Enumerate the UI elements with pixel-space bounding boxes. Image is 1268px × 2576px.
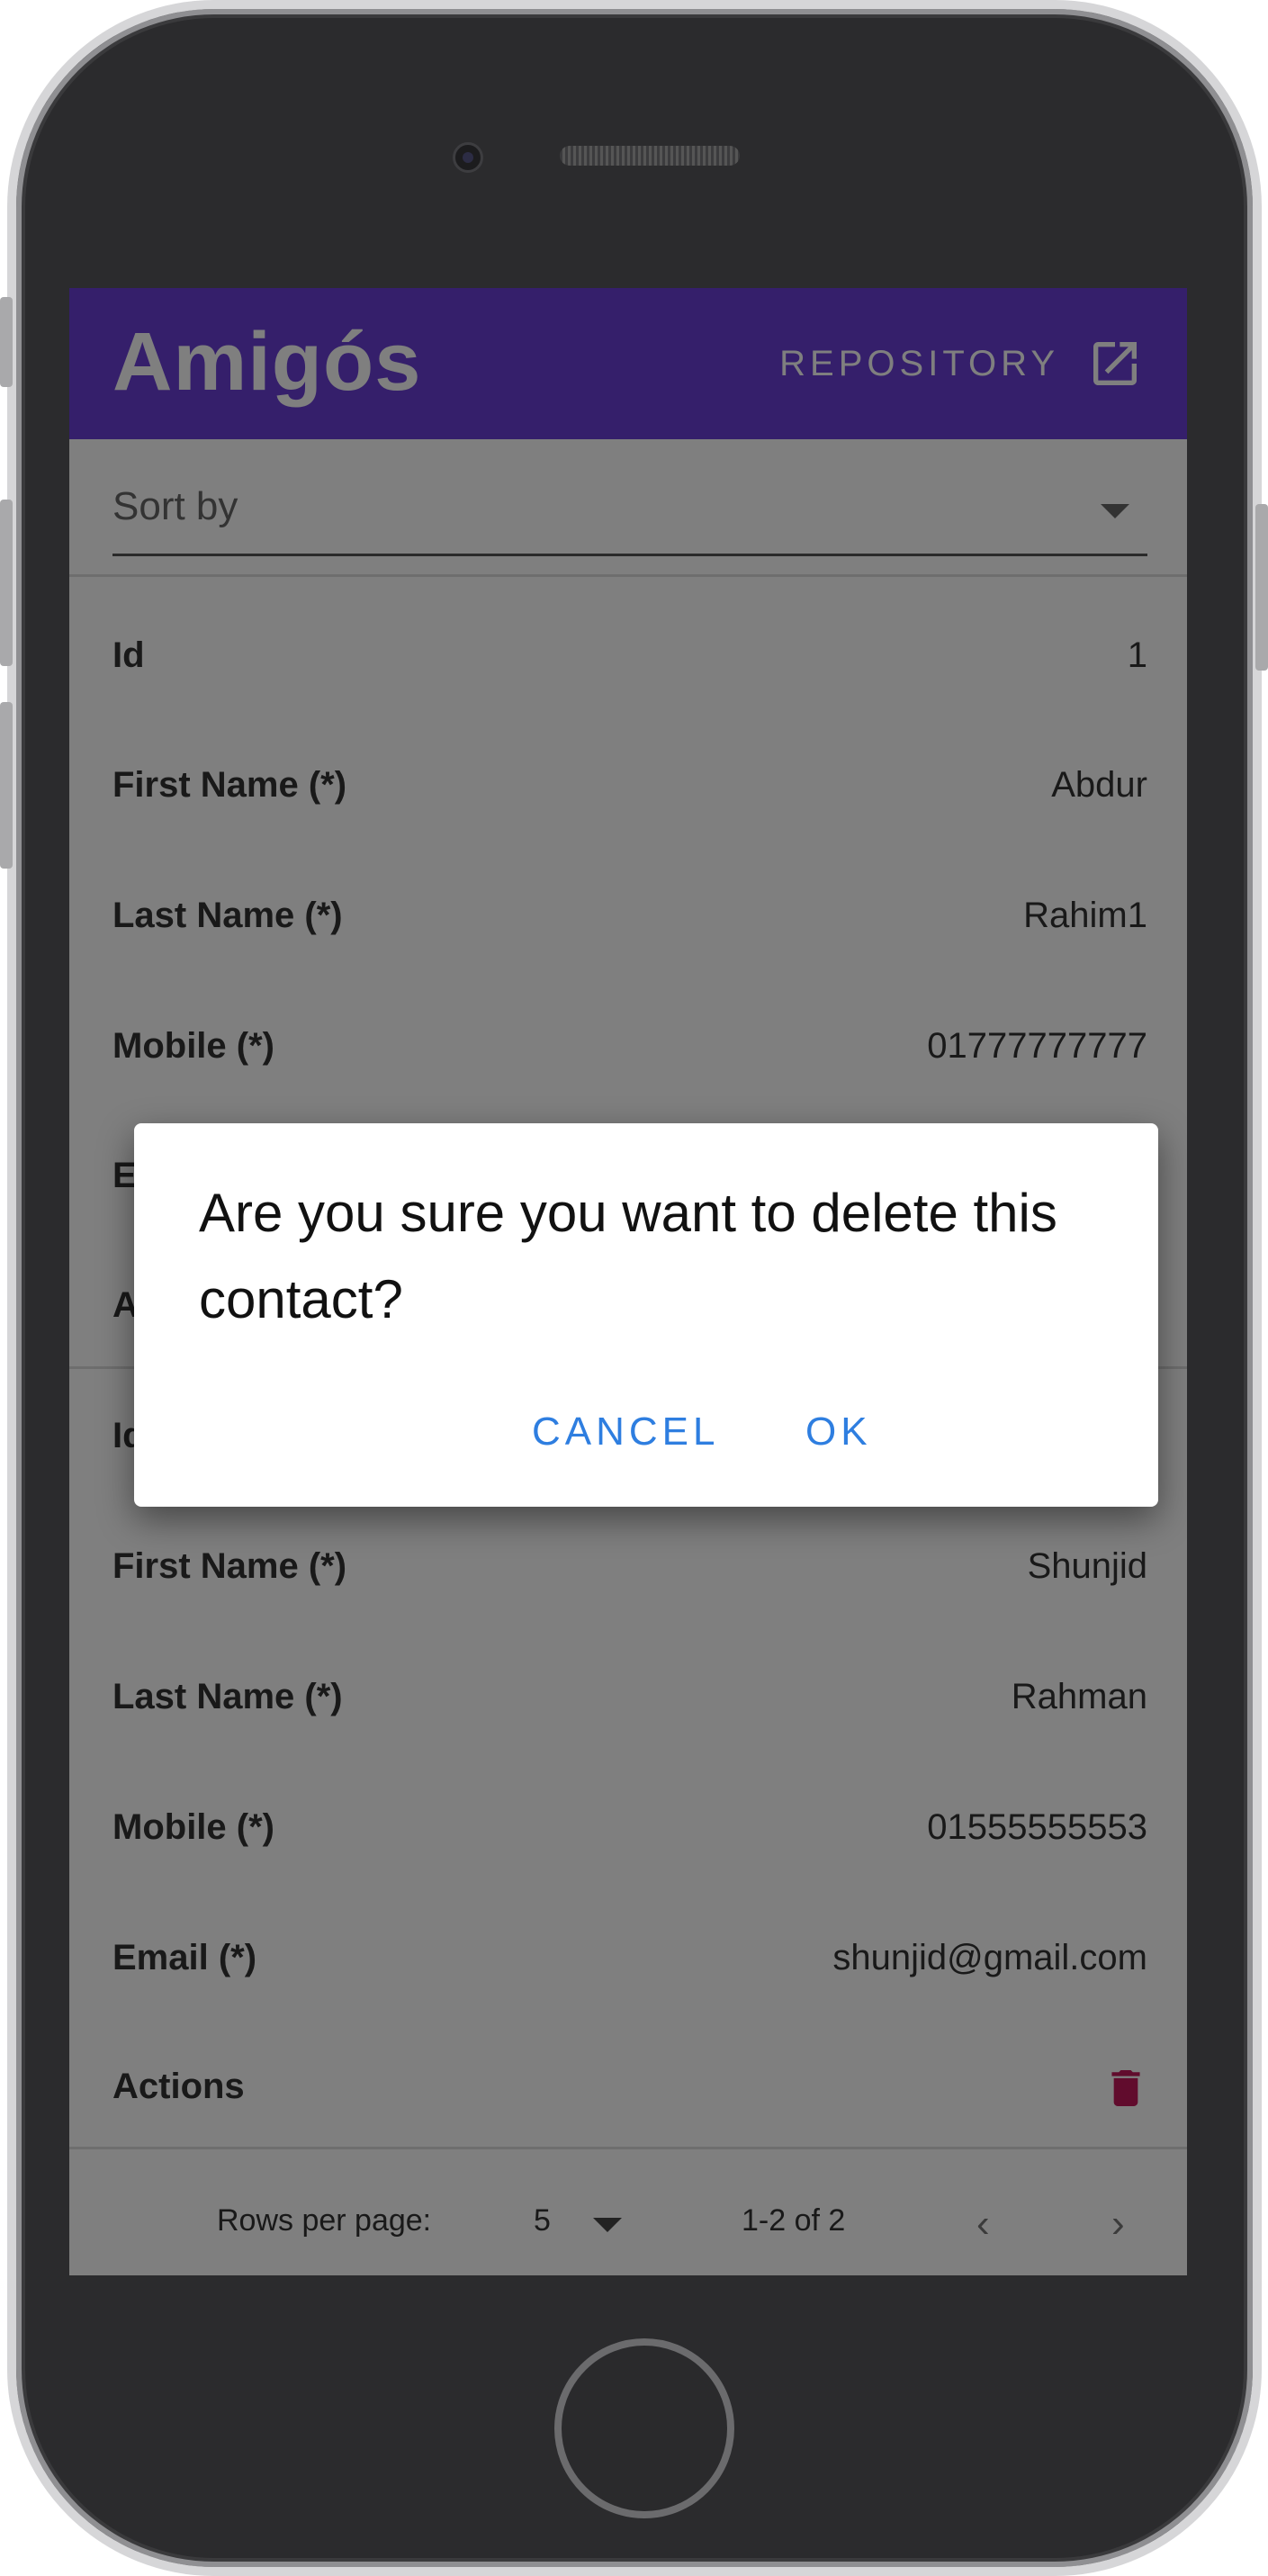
- power-button: [1255, 504, 1268, 671]
- mute-switch: [0, 297, 13, 387]
- front-camera: [453, 142, 483, 173]
- dialog-message: Are you sure you want to delete this con…: [199, 1183, 1057, 1329]
- volume-down-button: [0, 702, 13, 869]
- confirm-delete-dialog: Are you sure you want to delete this con…: [134, 1123, 1158, 1507]
- earpiece-speaker: [560, 146, 740, 166]
- home-button[interactable]: [554, 2338, 734, 2518]
- cancel-button[interactable]: CANCEL: [532, 1410, 720, 1455]
- screen: Amigós REPOSITORY Sort by Id 1 First Nam…: [69, 288, 1187, 2275]
- ok-button[interactable]: OK: [805, 1410, 872, 1455]
- volume-up-button: [0, 500, 13, 666]
